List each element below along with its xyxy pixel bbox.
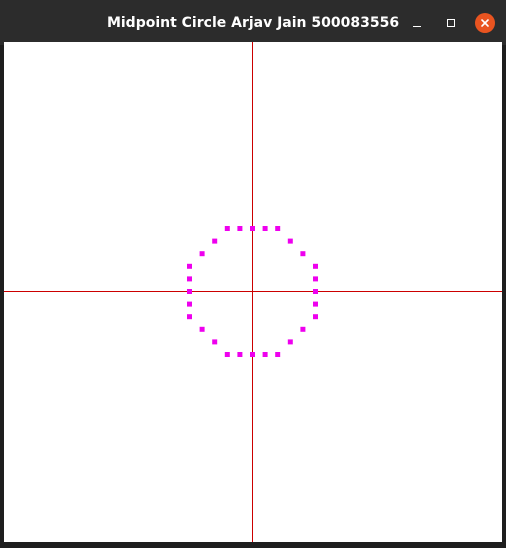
- circle-point: [275, 226, 281, 231]
- circle-point: [187, 276, 192, 282]
- maximize-button[interactable]: [441, 13, 461, 33]
- circle-point: [237, 352, 243, 357]
- axes: [4, 42, 502, 542]
- circle-point: [250, 352, 255, 357]
- title-bar[interactable]: Midpoint Circle Arjav Jain 500083556: [0, 0, 506, 45]
- window-border-right: [502, 45, 506, 548]
- circle-point: [287, 238, 293, 244]
- circle-point: [313, 276, 318, 282]
- circle-point: [313, 289, 318, 294]
- maximize-icon: [447, 19, 455, 27]
- circle-point: [212, 339, 218, 345]
- circle-point: [300, 251, 306, 257]
- circle-point: [224, 352, 230, 357]
- circle-point: [287, 339, 293, 345]
- minimize-icon: [413, 26, 421, 27]
- circle-point: [275, 352, 281, 357]
- circle-point: [250, 226, 255, 231]
- circle-point: [262, 226, 268, 231]
- circle-point: [187, 289, 192, 294]
- circle-point: [262, 352, 268, 357]
- close-icon: [481, 19, 489, 27]
- close-button[interactable]: [475, 13, 495, 33]
- application-window: Midpoint Circle Arjav Jain 500083556: [0, 0, 506, 548]
- circle-point: [187, 263, 192, 269]
- window-border-bottom: [0, 542, 506, 548]
- window-title: Midpoint Circle Arjav Jain 500083556: [106, 15, 400, 31]
- circle-point: [187, 314, 192, 320]
- circle-point: [224, 226, 230, 231]
- drawing-canvas[interactable]: [4, 42, 502, 542]
- circle-point: [313, 314, 318, 320]
- circle-point: [237, 226, 243, 231]
- minimize-button[interactable]: [407, 13, 427, 33]
- circle-point: [199, 326, 205, 332]
- circle-point: [187, 301, 192, 307]
- circle-point: [313, 263, 318, 269]
- circle-point: [212, 238, 218, 244]
- plot-surface: [4, 42, 502, 542]
- circle-point: [199, 251, 205, 257]
- circle-point: [313, 301, 318, 307]
- circle-point: [300, 326, 306, 332]
